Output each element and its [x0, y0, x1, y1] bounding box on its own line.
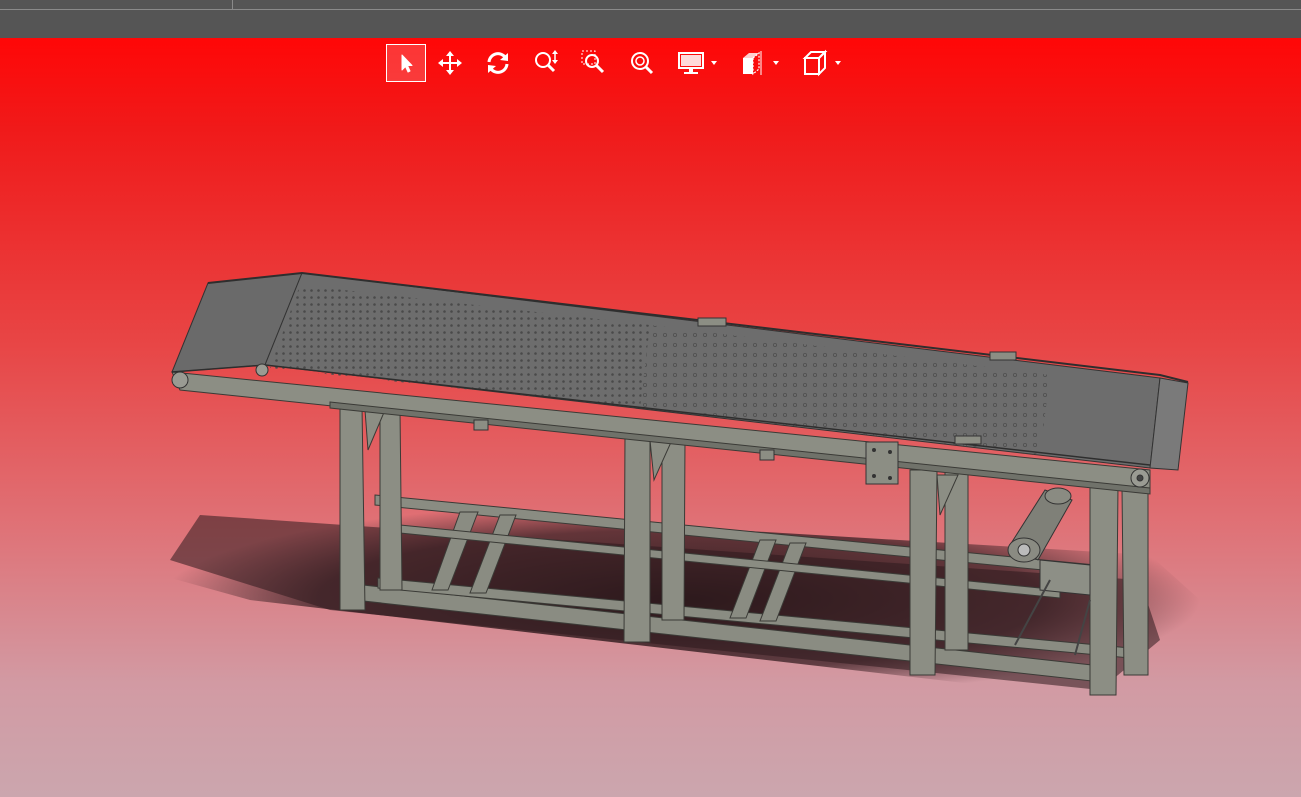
- zoom-updown-icon: [535, 50, 558, 73]
- zoom-area-tool-button[interactable]: [570, 44, 618, 82]
- pan-tool-button[interactable]: [426, 44, 474, 82]
- zoom-fit-icon: [631, 52, 654, 75]
- chevron-down-icon: [711, 61, 717, 65]
- cursor-arrow-icon: [401, 54, 413, 73]
- monitor-icon: [678, 52, 704, 74]
- chevron-down-icon: [773, 61, 779, 65]
- rotate-icon: [487, 52, 509, 74]
- tab-divider-line: [0, 9, 1301, 10]
- move-arrows-icon: [438, 51, 462, 75]
- tab-separator: [232, 0, 233, 9]
- rotate-tool-button[interactable]: [474, 44, 522, 82]
- conveyor-model[interactable]: [0, 38, 1301, 797]
- 3d-graphics-viewport[interactable]: [0, 38, 1301, 797]
- chevron-down-icon: [835, 61, 841, 65]
- view-toolbar: [386, 43, 852, 83]
- select-tool-button[interactable]: [386, 44, 426, 82]
- section-view-tool-button[interactable]: [728, 44, 790, 82]
- zoom-area-icon: [581, 50, 605, 74]
- zoom-tool-button[interactable]: [522, 44, 570, 82]
- display-mode-tool-button[interactable]: [666, 44, 728, 82]
- zoom-fit-tool-button[interactable]: [618, 44, 666, 82]
- window-title-bar: [0, 0, 1301, 38]
- view-orientation-tool-button[interactable]: [790, 44, 852, 82]
- section-view-icon: [743, 51, 762, 76]
- cube-icon: [802, 49, 828, 77]
